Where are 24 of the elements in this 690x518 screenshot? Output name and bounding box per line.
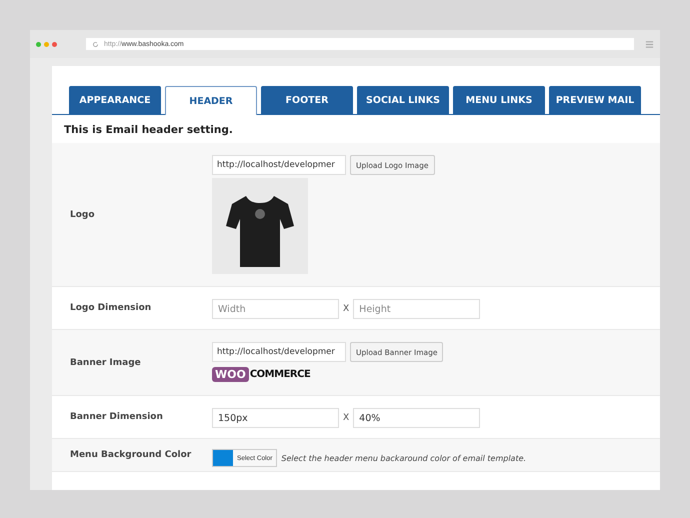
field-label: Logo Dimension bbox=[70, 302, 152, 315]
width-input[interactable]: 150px bbox=[212, 408, 339, 428]
section-heading: This is Email header setting. bbox=[63, 123, 234, 138]
field-description: Select the header menu backaround color of email template. bbox=[281, 454, 526, 462]
separator-text: X bbox=[343, 304, 350, 314]
tab[interactable]: APPEARANCE bbox=[69, 86, 161, 114]
height-input[interactable]: 40% bbox=[353, 408, 480, 428]
tab[interactable]: FOOTER bbox=[261, 86, 353, 114]
width-input[interactable]: Width bbox=[212, 299, 339, 319]
tab[interactable]: PREVIEW MAIL bbox=[549, 86, 641, 114]
brand-logo: WOO COMMERCE bbox=[212, 365, 444, 383]
tab[interactable]: HEADER bbox=[165, 86, 257, 115]
field-label: Logo bbox=[70, 208, 96, 222]
field-label: Banner Image bbox=[70, 356, 142, 370]
url-input[interactable]: http://localhost/developmer bbox=[212, 342, 346, 362]
reload-icon[interactable] bbox=[92, 40, 99, 48]
tab[interactable]: MENU LINKS bbox=[453, 86, 545, 114]
height-input[interactable]: Height bbox=[353, 299, 480, 319]
url-input[interactable]: http://localhost/developmer bbox=[212, 155, 346, 175]
separator-text: X bbox=[343, 413, 350, 423]
menu-icon[interactable] bbox=[645, 40, 654, 48]
tab[interactable]: SOCIAL LINKS bbox=[357, 86, 449, 114]
field-label: Menu Background Color bbox=[70, 449, 192, 462]
field-label: Banner Dimension bbox=[70, 411, 164, 424]
